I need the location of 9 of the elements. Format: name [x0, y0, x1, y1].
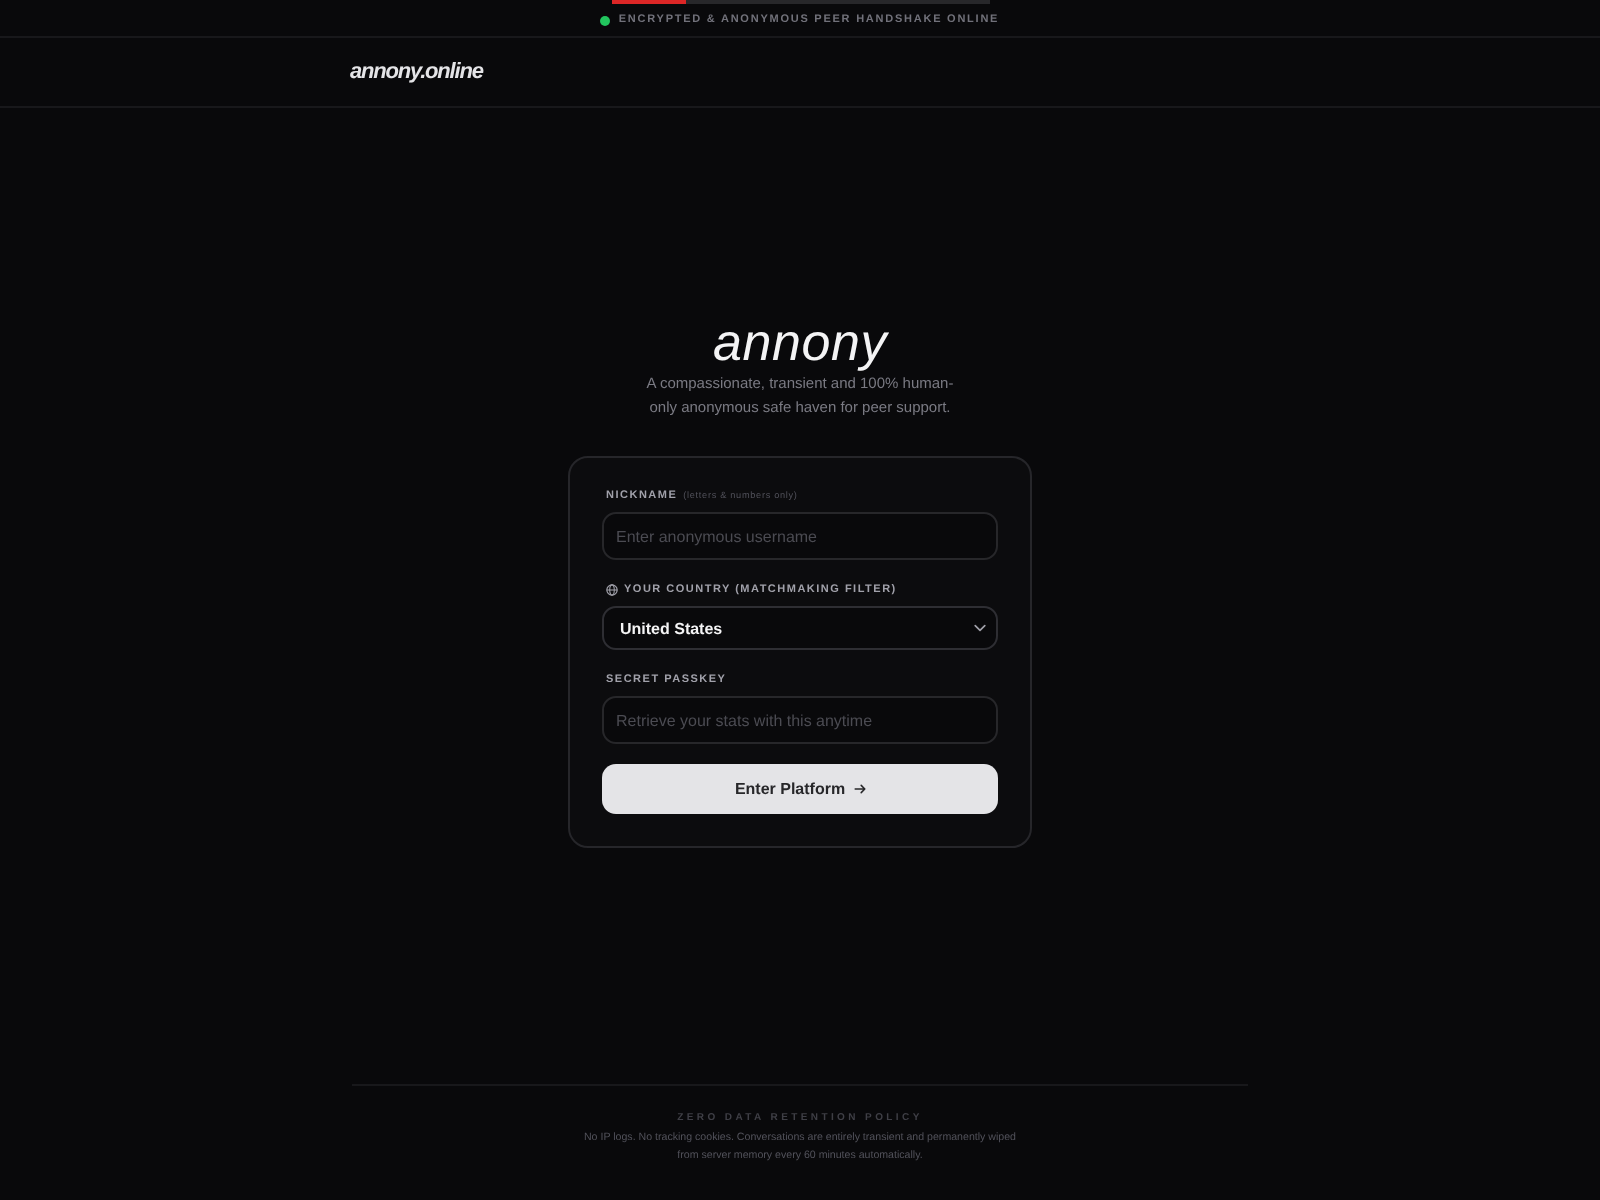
text-input-field[interactable]: Retrieve your stats with this anytime: [602, 696, 998, 744]
country-select[interactable]: United States: [602, 606, 998, 650]
globe-icon: [606, 584, 618, 596]
site-logo[interactable]: annony.online: [350, 60, 483, 84]
chevron-down-icon: [974, 624, 986, 632]
arrow-right-icon: [853, 784, 866, 794]
brand-title: annony: [712, 314, 888, 372]
text-input-field[interactable]: Enter anonymous username: [602, 512, 998, 560]
enter-platform-button[interactable]: Enter Platform: [602, 764, 998, 814]
